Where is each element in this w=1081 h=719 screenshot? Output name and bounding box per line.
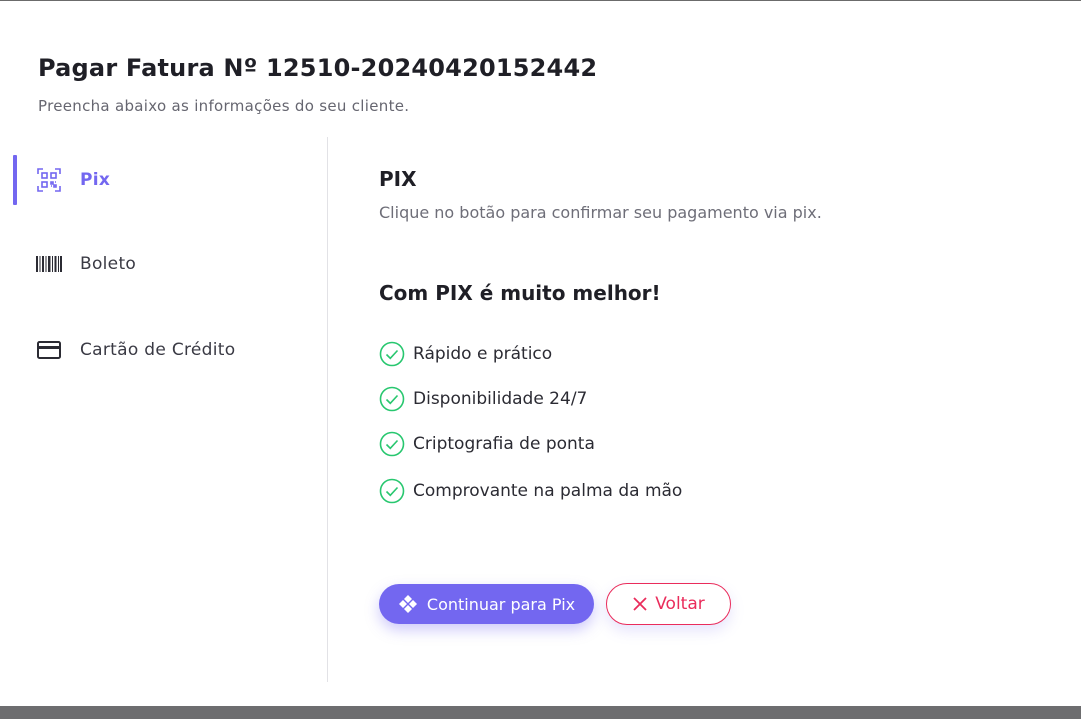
sidebar-item-label: Cartão de Crédito xyxy=(80,340,236,360)
sidebar-item-credit-card[interactable]: Cartão de Crédito xyxy=(0,325,320,375)
continue-pix-button[interactable]: Continuar para Pix xyxy=(379,584,594,624)
page-subtitle: Preencha abaixo as informações do seu cl… xyxy=(38,97,410,115)
close-icon xyxy=(633,597,647,611)
barcode-icon xyxy=(36,251,62,277)
check-circle-icon xyxy=(379,478,405,504)
credit-card-icon xyxy=(36,337,62,363)
pix-icon xyxy=(398,595,417,613)
benefits-title: Com PIX é muito melhor! xyxy=(379,281,661,305)
benefit-text: Criptografia de ponta xyxy=(413,434,595,454)
back-button-label: Voltar xyxy=(655,594,705,614)
back-button[interactable]: Voltar xyxy=(606,583,731,625)
list-item: Disponibilidade 24/7 xyxy=(379,385,587,413)
sidebar-item-label: Boleto xyxy=(80,254,137,274)
qr-code-icon xyxy=(36,167,62,193)
benefit-text: Comprovante na palma da mão xyxy=(413,481,683,501)
list-item: Comprovante na palma da mão xyxy=(379,477,682,505)
payment-modal: Pagar Fatura Nº 12510-20240420152442 Pre… xyxy=(0,1,1081,706)
page-backdrop-bar xyxy=(0,706,1081,719)
sidebar-item-pix[interactable]: Pix xyxy=(0,155,320,205)
sidebar-item-label: Pix xyxy=(80,170,111,190)
active-indicator xyxy=(13,155,17,205)
check-circle-icon xyxy=(379,341,405,367)
benefit-text: Disponibilidade 24/7 xyxy=(413,389,588,409)
section-description: Clique no botão para confirmar seu pagam… xyxy=(379,203,822,222)
payment-method-sidebar: Pix Boleto Cartão de Crédito xyxy=(0,137,328,682)
section-title: PIX xyxy=(379,167,417,191)
pix-panel: PIX Clique no botão para confirmar seu p… xyxy=(379,137,1059,682)
list-item: Rápido e prático xyxy=(379,340,552,368)
sidebar-item-boleto[interactable]: Boleto xyxy=(0,239,320,289)
page-title: Pagar Fatura Nº 12510-20240420152442 xyxy=(38,54,598,82)
continue-pix-button-label: Continuar para Pix xyxy=(426,594,576,614)
list-item: Criptografia de ponta xyxy=(379,430,595,458)
benefit-text: Rápido e prático xyxy=(413,344,553,364)
check-circle-icon xyxy=(379,386,405,412)
check-circle-icon xyxy=(379,431,405,457)
